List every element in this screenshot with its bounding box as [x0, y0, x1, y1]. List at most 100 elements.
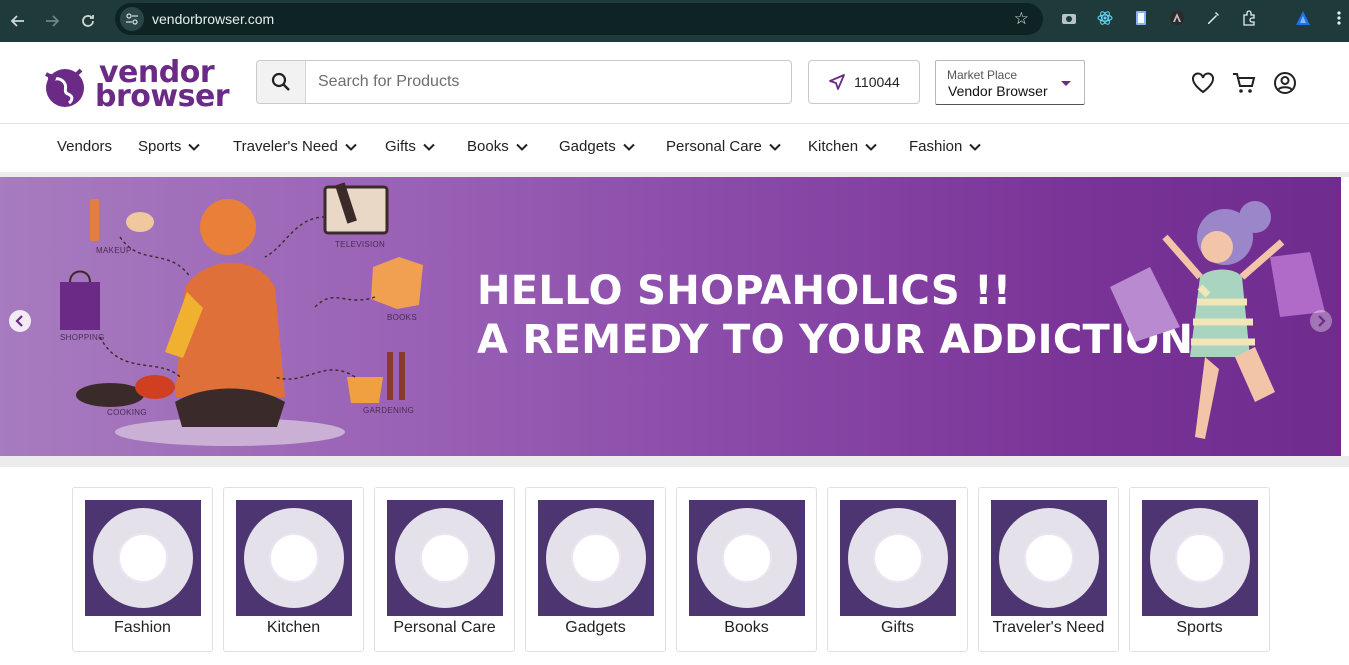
- category-image: [85, 500, 201, 616]
- search-button[interactable]: [257, 61, 306, 103]
- location-arrow-icon: [829, 74, 846, 90]
- nav-item-label: Gifts: [385, 138, 416, 155]
- chevron-down-icon: [969, 143, 982, 151]
- category-image: [689, 500, 805, 616]
- nav-item-sports[interactable]: Sports: [138, 138, 201, 155]
- product-search: [256, 60, 792, 104]
- category-grid: Fashion Kitchen Personal Care Gadgets Bo…: [72, 487, 1272, 657]
- hero-banner[interactable]: MAKEUP TELEVISION BOOKS SHOPPING COOKING…: [0, 177, 1341, 456]
- category-label: Traveler's Need: [992, 619, 1105, 636]
- nav-item-label: Vendors: [57, 138, 113, 155]
- category-label: Sports: [1176, 619, 1223, 636]
- nav-item-gadgets[interactable]: Gadgets: [559, 138, 636, 155]
- chevron-down-icon: [188, 143, 201, 151]
- nav-item-personal-care[interactable]: Personal Care: [666, 138, 782, 155]
- chevron-right-icon: [1318, 315, 1326, 327]
- category-card-fashion[interactable]: Fashion: [72, 487, 213, 652]
- caret-down-icon: [1061, 81, 1071, 86]
- search-icon: [271, 72, 290, 91]
- camera-extension-icon[interactable]: [1060, 9, 1078, 27]
- television-label: TELEVISION: [335, 240, 386, 249]
- carousel-prev-button[interactable]: [9, 310, 31, 332]
- chevron-left-icon: [15, 315, 23, 327]
- category-image: [840, 500, 956, 616]
- category-card-kitchen[interactable]: Kitchen: [223, 487, 364, 652]
- category-card-personal-care[interactable]: Personal Care: [374, 487, 515, 652]
- pincode-text: 110044: [854, 74, 900, 90]
- category-card-travelers-need[interactable]: Traveler's Need: [978, 487, 1119, 652]
- chevron-down-icon: [865, 143, 877, 151]
- gardening-label: GARDENING: [363, 406, 415, 415]
- category-card-books[interactable]: Books: [676, 487, 817, 652]
- profile-extension-icon[interactable]: [1294, 9, 1312, 27]
- reload-button[interactable]: [70, 3, 106, 39]
- arrow-left-icon: [10, 15, 24, 27]
- category-label: Gadgets: [565, 619, 626, 636]
- cart-button[interactable]: [1232, 71, 1256, 95]
- nav-item-label: Sports: [138, 138, 182, 155]
- search-input[interactable]: [306, 61, 791, 103]
- category-image: [387, 500, 503, 616]
- pincode-button[interactable]: 110044: [808, 60, 920, 104]
- cart-icon: [1233, 73, 1256, 93]
- nav-item-label: Traveler's Need: [233, 138, 338, 155]
- nav-item-kitchen[interactable]: Kitchen: [808, 138, 878, 155]
- cooking-label: COOKING: [107, 408, 147, 417]
- nav-item-gifts[interactable]: Gifts: [385, 138, 436, 155]
- account-button[interactable]: [1273, 71, 1297, 95]
- nav-item-fashion[interactable]: Fashion: [909, 138, 982, 155]
- star-icon[interactable]: ☆: [1014, 9, 1029, 29]
- extensions-icon[interactable]: [1240, 9, 1258, 27]
- color-picker-icon[interactable]: [1204, 9, 1222, 27]
- carousel-next-button[interactable]: [1310, 310, 1332, 332]
- category-label: Personal Care: [393, 619, 496, 636]
- category-card-gadgets[interactable]: Gadgets: [525, 487, 666, 652]
- logo-text-line2: browser: [95, 79, 230, 114]
- site-info-icon[interactable]: [120, 7, 144, 31]
- chevron-down-icon: [769, 143, 781, 151]
- arrow-right-icon: [46, 15, 60, 27]
- happy-shopper-illustration: [1110, 201, 1325, 439]
- vendor-browser-logo[interactable]: vendor browser: [43, 58, 230, 112]
- nav-item-label: Books: [467, 138, 509, 155]
- category-label: Books: [724, 619, 769, 636]
- heart-icon: [1192, 72, 1214, 94]
- chevron-down-icon: [423, 143, 435, 151]
- category-card-sports[interactable]: Sports: [1129, 487, 1270, 652]
- url-text[interactable]: vendorbrowser.com: [152, 11, 274, 27]
- banner-headline: HELLO SHOPAHOLICS !! A REMEDY TO YOUR AD…: [477, 267, 1209, 365]
- nav-item-label: Kitchen: [808, 138, 859, 155]
- marketplace-select[interactable]: Market Place Vendor Browser: [935, 60, 1085, 105]
- nav-item-books[interactable]: Books: [467, 138, 529, 155]
- nav-item-label: Fashion: [909, 138, 963, 155]
- wishlist-button[interactable]: [1191, 71, 1215, 95]
- category-image: [236, 500, 352, 616]
- category-label: Kitchen: [266, 619, 321, 636]
- category-image: [1142, 500, 1258, 616]
- banner-line1: HELLO SHOPAHOLICS !!: [477, 268, 1012, 314]
- browser-menu-icon[interactable]: [1330, 9, 1348, 27]
- category-label: Fashion: [114, 619, 171, 636]
- category-card-gifts[interactable]: Gifts: [827, 487, 968, 652]
- category-image: [538, 500, 654, 616]
- category-nav: Vendors Sports Traveler's Need Gifts Boo…: [0, 124, 1349, 172]
- angular-extension-icon[interactable]: [1168, 9, 1186, 27]
- nav-item-travelers-need[interactable]: Traveler's Need: [233, 138, 358, 155]
- back-button[interactable]: [0, 3, 36, 39]
- user-circle-icon: [1274, 72, 1296, 94]
- address-bar[interactable]: vendorbrowser.com ☆: [115, 3, 1043, 35]
- divider: [0, 456, 1349, 467]
- nav-item-label: Gadgets: [559, 138, 616, 155]
- forward-button[interactable]: [34, 3, 70, 39]
- chevron-down-icon: [515, 143, 528, 151]
- nav-item-label: Personal Care: [666, 138, 762, 155]
- chevron-down-icon: [623, 143, 635, 151]
- marketplace-label: Market Place: [947, 68, 1018, 82]
- docs-extension-icon[interactable]: [1132, 9, 1150, 27]
- shopping-label: SHOPPING: [60, 333, 105, 342]
- site-header: vendor browser 110044 Market Place Vendo…: [0, 42, 1349, 124]
- react-devtools-icon[interactable]: [1096, 9, 1114, 27]
- marketplace-value: Vendor Browser: [948, 83, 1048, 99]
- nav-item-vendors[interactable]: Vendors: [57, 138, 112, 155]
- makeup-label: MAKEUP: [96, 246, 132, 255]
